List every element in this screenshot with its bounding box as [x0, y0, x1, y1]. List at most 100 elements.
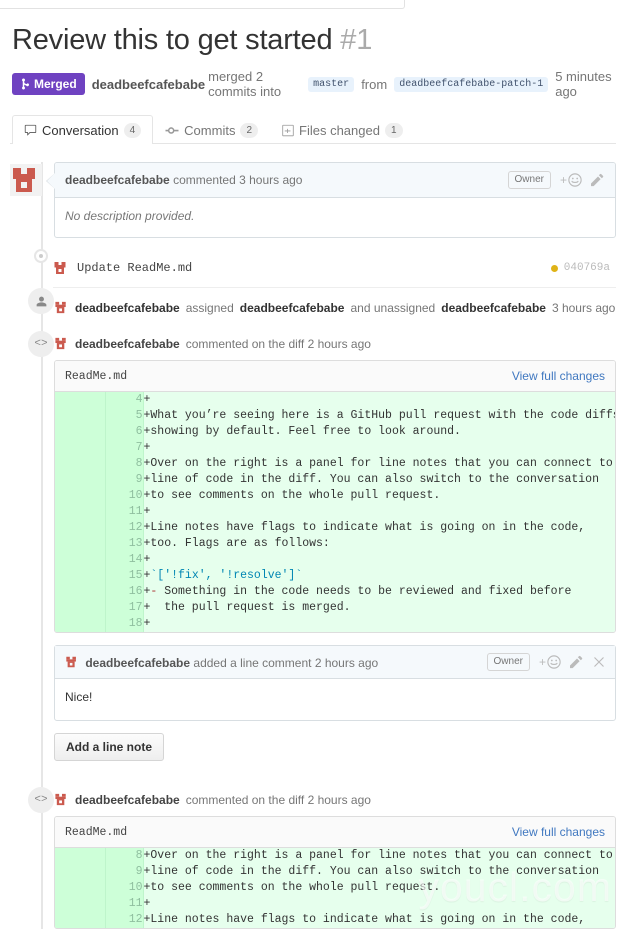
- assignment-actor[interactable]: deadbeefcafebabe: [75, 301, 180, 315]
- edit-comment-button[interactable]: [591, 173, 605, 187]
- diff-line-content: +Over on the right is a panel for line n…: [143, 848, 615, 864]
- timeline-item-diff-comment-2: <> deadbeefcafebabe commented on the dif…: [54, 785, 616, 929]
- diff-line-number: 12: [105, 912, 143, 928]
- diff-gutter-old: [55, 456, 105, 472]
- diff-line-number: 17: [105, 600, 143, 616]
- diff-line[interactable]: 17+ the pull request is merged.: [55, 600, 615, 616]
- diff-line[interactable]: 6+showing by default. Feel free to look …: [55, 424, 615, 440]
- diff-line-number: 10: [105, 880, 143, 896]
- assignment-assignee[interactable]: deadbeefcafebabe: [240, 301, 345, 315]
- diff-line[interactable]: 7+: [55, 440, 615, 456]
- diff-gutter-old: [55, 392, 105, 408]
- diff-line[interactable]: 9+line of code in the diff. You can also…: [55, 864, 615, 880]
- smiley-icon: [568, 173, 582, 187]
- line-comment-byline: deadbeefcafebabe added a line comment 2 …: [65, 655, 378, 670]
- pr-meta: Merged deadbeefcafebabe merged 2 commits…: [12, 69, 616, 99]
- tab-commits[interactable]: Commits 2: [153, 115, 270, 144]
- diff-line[interactable]: 8+Over on the right is a panel for line …: [55, 848, 615, 864]
- avatar[interactable]: [10, 164, 42, 196]
- view-full-changes-link[interactable]: View full changes: [512, 825, 605, 839]
- assignment-row: deadbeefcafebabe assigned deadbeefcafeba…: [54, 288, 616, 329]
- diff-table: 4+ 5+What you’re seeing here is a GitHub…: [55, 392, 615, 632]
- diff-line-content: +to see comments on the whole pull reque…: [143, 488, 615, 504]
- diff-gutter-old: [55, 536, 105, 552]
- diff-line[interactable]: 14+: [55, 552, 615, 568]
- comment-header: deadbeefcafebabe commented 3 hours ago O…: [55, 163, 615, 198]
- timeline-item-comment: deadbeefcafebabe commented 3 hours ago O…: [54, 162, 616, 238]
- diff-gutter-old: [55, 488, 105, 504]
- person-node-icon: [28, 288, 54, 314]
- timeline-item-commit: Update ReadMe.md 040769a: [54, 249, 616, 288]
- add-reaction-button[interactable]: +: [539, 655, 561, 669]
- diff-comment-byline: deadbeefcafebabe commented on the diff 2…: [54, 789, 616, 816]
- add-reaction-button[interactable]: +: [560, 173, 582, 187]
- diff-line[interactable]: 18+: [55, 616, 615, 632]
- diff-line-content: +`['!fix', '!resolve']`: [143, 568, 615, 584]
- commit-left: Update ReadMe.md: [53, 260, 192, 276]
- identicon-icon: [54, 300, 69, 315]
- comment-author[interactable]: deadbeefcafebabe: [65, 173, 170, 187]
- line-comment-header: deadbeefcafebabe added a line comment 2 …: [55, 646, 615, 679]
- diff-line-number: 10: [105, 488, 143, 504]
- pencil-icon: [570, 655, 584, 669]
- diff-line[interactable]: 12+Line notes have flags to indicate wha…: [55, 912, 615, 928]
- add-line-note-button[interactable]: Add a line note: [54, 733, 164, 761]
- diff-line[interactable]: 11+: [55, 896, 615, 912]
- diff-line-content: +- Something in the code needs to be rev…: [143, 584, 615, 600]
- diff-line-content: +What you’re seeing here is a GitHub pul…: [143, 408, 615, 424]
- delete-comment-button[interactable]: [593, 656, 605, 668]
- diff-line[interactable]: 12+Line notes have flags to indicate wha…: [55, 520, 615, 536]
- diff-gutter-old: [55, 504, 105, 520]
- diff-line-content: +line of code in the diff. You can also …: [143, 864, 615, 880]
- diff-comment-author[interactable]: deadbeefcafebabe: [75, 793, 180, 807]
- merge-icon: [20, 78, 30, 90]
- diff-line[interactable]: 10+to see comments on the whole pull req…: [55, 880, 615, 896]
- pr-from-text: from: [361, 77, 387, 92]
- diff-gutter-old: [55, 584, 105, 600]
- line-comment-author[interactable]: deadbeefcafebabe: [85, 656, 190, 670]
- diff-gutter-old: [55, 616, 105, 632]
- diff-line[interactable]: 13+too. Flags are as follows:: [55, 536, 615, 552]
- diff-line-content: +to see comments on the whole pull reque…: [143, 880, 615, 896]
- diff-file-header: ReadMe.md View full changes: [55, 817, 615, 848]
- tab-files-changed[interactable]: Files changed 1: [270, 115, 415, 144]
- view-full-changes-link[interactable]: View full changes: [512, 369, 605, 383]
- edit-comment-button[interactable]: [570, 655, 584, 669]
- assignment-unassigned-text: and unassigned: [350, 301, 435, 315]
- diff-gutter-old: [55, 600, 105, 616]
- diff-line-number: 8: [105, 848, 143, 864]
- commit-sha[interactable]: 040769a: [551, 262, 610, 274]
- diff-line[interactable]: 8+Over on the right is a panel for line …: [55, 456, 615, 472]
- diff-comment-action: commented on the diff 2 hours ago: [186, 793, 371, 807]
- diff-line[interactable]: 5+What you’re seeing here is a GitHub pu…: [55, 408, 615, 424]
- commit-message[interactable]: Update ReadMe.md: [77, 261, 192, 275]
- diff-line[interactable]: 10+to see comments on the whole pull req…: [55, 488, 615, 504]
- identicon-icon: [65, 655, 79, 669]
- diff-line[interactable]: 16+- Something in the code needs to be r…: [55, 584, 615, 600]
- head-branch-label[interactable]: deadbeefcafebabe-patch-1: [394, 77, 548, 92]
- chrome-strip-left: [0, 0, 405, 9]
- tab-conversation-count: 4: [124, 123, 142, 138]
- code-node-icon: <>: [28, 787, 54, 813]
- diff-line-content: +: [143, 896, 615, 912]
- diff-gutter-old: [55, 424, 105, 440]
- diff-line[interactable]: 11+: [55, 504, 615, 520]
- pr-author[interactable]: deadbeefcafebabe: [92, 77, 205, 92]
- assignment-assigned-text: assigned: [186, 301, 234, 315]
- diff-line[interactable]: 15+`['!fix', '!resolve']`: [55, 568, 615, 584]
- diff-line-number: 15: [105, 568, 143, 584]
- base-branch-label[interactable]: master: [308, 77, 354, 92]
- commit-icon: [165, 124, 179, 137]
- comment-actions: Owner +: [508, 171, 605, 189]
- assignment-unassignee[interactable]: deadbeefcafebabe: [441, 301, 546, 315]
- tab-conversation[interactable]: Conversation 4: [12, 115, 153, 144]
- diff-comment-author[interactable]: deadbeefcafebabe: [75, 337, 180, 351]
- comment-body: No description provided.: [55, 198, 615, 237]
- diff-line[interactable]: 9+line of code in the diff. You can also…: [55, 472, 615, 488]
- identicon-icon: [10, 164, 42, 196]
- diff-file-header: ReadMe.md View full changes: [55, 361, 615, 392]
- diff-line[interactable]: 4+: [55, 392, 615, 408]
- diff-gutter-old: [55, 912, 105, 928]
- timeline: deadbeefcafebabe commented 3 hours ago O…: [10, 162, 616, 929]
- pull-request-page: Review this to get started #1 Merged dea…: [0, 23, 626, 929]
